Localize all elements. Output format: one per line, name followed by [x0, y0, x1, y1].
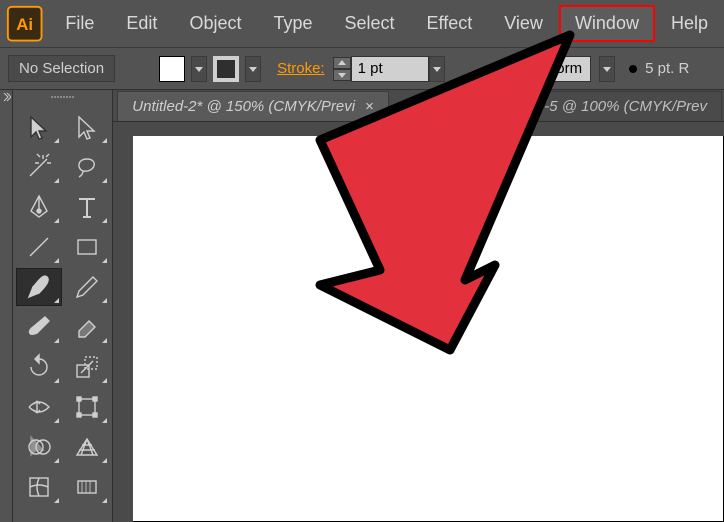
fill-swatch[interactable]: [159, 56, 185, 82]
tool-flyout-icon: [102, 298, 107, 303]
tool-flyout-icon: [102, 338, 107, 343]
type-tool[interactable]: [64, 188, 110, 226]
perspective-grid-tool[interactable]: [64, 428, 110, 466]
line-segment-tool[interactable]: [16, 228, 62, 266]
tool-flyout-icon: [54, 218, 59, 223]
selection-status: No Selection: [8, 55, 115, 82]
magic-wand-tool[interactable]: [16, 148, 62, 186]
profile-dropdown-icon[interactable]: [599, 56, 615, 82]
menu-edit[interactable]: Edit: [110, 5, 173, 42]
brush-definition[interactable]: 5 pt. R: [629, 60, 689, 77]
tool-flyout-icon: [54, 378, 59, 383]
tool-flyout-icon: [54, 418, 59, 423]
app-logo-icon: Ai: [6, 4, 43, 44]
tool-flyout-icon: [54, 258, 59, 263]
paintbrush-tool[interactable]: [16, 268, 62, 306]
canvas-viewport[interactable]: [113, 122, 724, 522]
blob-brush-tool[interactable]: [16, 308, 62, 346]
rectangle-tool[interactable]: [64, 228, 110, 266]
width-tool[interactable]: [16, 388, 62, 426]
pencil-tool[interactable]: [64, 268, 110, 306]
tool-flyout-icon: [102, 218, 107, 223]
menu-object[interactable]: Object: [173, 5, 257, 42]
tool-flyout-icon: [102, 458, 107, 463]
tool-flyout-icon: [102, 498, 107, 503]
brush-definition-label: 5 pt. R: [645, 60, 689, 77]
svg-text:Ai: Ai: [16, 15, 33, 34]
stroke-weight-up-icon[interactable]: [333, 57, 351, 69]
artboard[interactable]: [133, 136, 724, 522]
shape-builder-tool[interactable]: [16, 428, 62, 466]
panel-expand-strip[interactable]: [0, 90, 13, 522]
document-tab-strip: Untitled-2* @ 150% (CMYK/Previ × d-5 @ 100…: [113, 90, 724, 122]
tools-panel: [13, 90, 113, 522]
close-tab-icon[interactable]: ×: [365, 98, 374, 115]
document-tab-label: Untitled-2* @ 150% (CMYK/Previ: [132, 98, 355, 115]
rotate-tool[interactable]: [16, 348, 62, 386]
menu-type[interactable]: Type: [257, 5, 328, 42]
free-transform-tool[interactable]: [64, 388, 110, 426]
menu-help[interactable]: Help: [655, 5, 724, 42]
tool-flyout-icon: [54, 338, 59, 343]
menu-select[interactable]: Select: [329, 5, 411, 42]
tool-flyout-icon: [102, 258, 107, 263]
tool-flyout-icon: [54, 498, 59, 503]
fill-dropdown-icon[interactable]: [191, 56, 207, 82]
eraser-tool[interactable]: [64, 308, 110, 346]
tool-flyout-icon: [102, 178, 107, 183]
stroke-weight-down-icon[interactable]: [333, 69, 351, 81]
variable-width-profile[interactable]: Uniform: [521, 56, 592, 82]
stroke-dropdown-icon[interactable]: [245, 56, 261, 82]
application-menu-bar: Ai FileEditObjectTypeSelectEffectViewWin…: [0, 0, 724, 48]
document-area: Untitled-2* @ 150% (CMYK/Previ × d-5 @ 100…: [113, 90, 724, 522]
tool-flyout-icon: [54, 138, 59, 143]
tool-flyout-icon: [54, 178, 59, 183]
document-tab[interactable]: Untitled-2* @ 150% (CMYK/Previ ×: [117, 91, 389, 121]
stroke-swatch[interactable]: [213, 56, 239, 82]
tool-flyout-icon: [102, 138, 107, 143]
stroke-label[interactable]: Stroke:: [277, 60, 325, 77]
stroke-weight-stepper[interactable]: 1 pt: [333, 56, 445, 82]
stroke-weight-field[interactable]: 1 pt: [351, 56, 429, 82]
tool-flyout-icon: [102, 378, 107, 383]
gradient-tool[interactable]: [64, 468, 110, 506]
document-tab[interactable]: d-5 @ 100% (CMYK/Prev: [521, 91, 722, 121]
fill-stroke-group: [159, 56, 261, 82]
menu-view[interactable]: View: [488, 5, 559, 42]
panel-grip-icon[interactable]: [13, 90, 112, 104]
stroke-weight-dropdown-icon[interactable]: [429, 56, 445, 82]
workspace: Untitled-2* @ 150% (CMYK/Previ × d-5 @ 100…: [0, 90, 724, 522]
pen-tool[interactable]: [16, 188, 62, 226]
tool-flyout-icon: [54, 458, 59, 463]
direct-selection-tool[interactable]: [64, 108, 110, 146]
control-bar: No Selection Stroke: 1 pt Uniform 5 pt. …: [0, 48, 724, 90]
menu-window[interactable]: Window: [559, 5, 655, 42]
tool-flyout-icon: [102, 418, 107, 423]
lasso-tool[interactable]: [64, 148, 110, 186]
selection-tool[interactable]: [16, 108, 62, 146]
scale-tool[interactable]: [64, 348, 110, 386]
menu-file[interactable]: File: [49, 5, 110, 42]
tool-flyout-icon: [54, 298, 59, 303]
menu-effect[interactable]: Effect: [411, 5, 489, 42]
document-tab-label: d-5 @ 100% (CMYK/Prev: [536, 98, 707, 115]
brush-dot-icon: [629, 65, 637, 73]
mesh-tool[interactable]: [16, 468, 62, 506]
